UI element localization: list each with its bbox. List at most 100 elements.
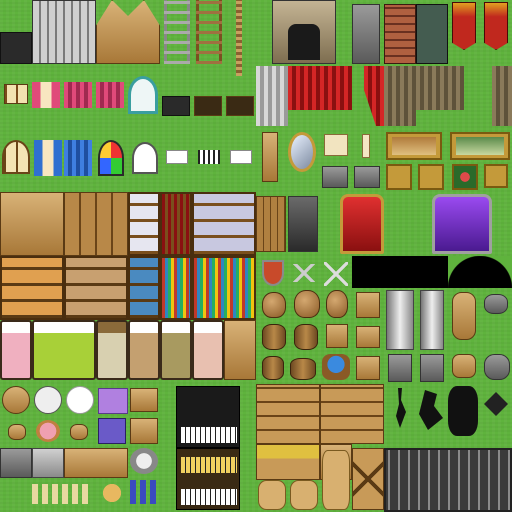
painting-canvas bbox=[456, 137, 504, 155]
kitchen-counter bbox=[0, 192, 64, 256]
blue-curtain-window bbox=[34, 140, 62, 176]
framed-painting bbox=[450, 132, 510, 160]
stone-plaque bbox=[322, 166, 348, 188]
floral-bed bbox=[192, 320, 224, 380]
vent bbox=[198, 150, 220, 164]
purple-table bbox=[98, 388, 128, 414]
piano-keys bbox=[181, 427, 237, 443]
wood-box bbox=[352, 448, 384, 510]
red-banner bbox=[484, 2, 508, 50]
broken-wall bbox=[448, 386, 478, 436]
ladder bbox=[164, 0, 190, 64]
bottle-shelf bbox=[128, 256, 160, 320]
stone-plaque bbox=[354, 166, 380, 188]
rubble bbox=[484, 354, 510, 380]
stone-stove bbox=[352, 4, 380, 64]
stove bbox=[0, 448, 32, 478]
wood-panel bbox=[194, 96, 222, 116]
stone-block bbox=[420, 354, 444, 382]
cupboard bbox=[64, 192, 128, 256]
cracks bbox=[419, 390, 443, 430]
framed-flowers bbox=[452, 164, 478, 190]
round-table bbox=[66, 386, 94, 414]
shadow-tile bbox=[448, 256, 480, 288]
shadow-tile bbox=[480, 256, 512, 288]
stained-glass bbox=[98, 140, 124, 176]
arched-window bbox=[2, 140, 30, 174]
purple-throne bbox=[432, 194, 492, 254]
barrel bbox=[262, 356, 284, 380]
portrait bbox=[386, 164, 412, 190]
flower-table bbox=[130, 418, 158, 444]
iron-stove bbox=[416, 4, 448, 64]
brown-bed bbox=[160, 320, 192, 380]
wardrobe bbox=[224, 320, 256, 380]
rope bbox=[236, 0, 242, 76]
wood-stump bbox=[452, 354, 476, 378]
wood-stump bbox=[452, 292, 476, 340]
cake bbox=[36, 420, 60, 442]
flower-table bbox=[98, 418, 126, 444]
dish-shelf bbox=[128, 192, 160, 256]
scroll bbox=[324, 134, 348, 156]
red-throne bbox=[340, 194, 384, 254]
piano-keys bbox=[181, 457, 237, 473]
red-curtain-tie bbox=[364, 66, 384, 126]
brown-bed bbox=[128, 320, 160, 380]
brown-curtain bbox=[416, 66, 464, 110]
sign bbox=[166, 150, 188, 164]
wood-stool bbox=[8, 424, 26, 440]
shadow-tile bbox=[352, 256, 448, 288]
wood-table bbox=[130, 388, 158, 412]
piano bbox=[176, 448, 240, 510]
pink-curtain bbox=[96, 82, 124, 108]
crate bbox=[326, 324, 348, 348]
stone-pillar bbox=[386, 290, 414, 350]
wood-crate bbox=[256, 384, 320, 444]
barrel bbox=[262, 324, 286, 350]
keyhole-arch bbox=[128, 76, 158, 114]
wood-panel bbox=[226, 96, 254, 116]
blue-curtain bbox=[64, 140, 92, 176]
brown-curtain bbox=[384, 66, 416, 126]
bread-shelf bbox=[0, 256, 64, 320]
grain-sack bbox=[322, 450, 350, 510]
rock-pile bbox=[484, 294, 508, 314]
barrel bbox=[290, 358, 316, 380]
round-table bbox=[34, 386, 62, 414]
candle bbox=[362, 134, 370, 158]
dish-shelf bbox=[192, 192, 256, 256]
grain-sack bbox=[290, 480, 318, 510]
stone-wall bbox=[32, 0, 96, 64]
sacks bbox=[98, 482, 126, 504]
wooden-house-front bbox=[96, 0, 160, 64]
dark-panel bbox=[162, 96, 190, 116]
green-bed bbox=[32, 320, 96, 380]
stone-pillar bbox=[420, 290, 444, 350]
counter bbox=[64, 448, 128, 478]
iron-bars bbox=[384, 448, 512, 512]
iron-door bbox=[288, 196, 318, 252]
clay-jar bbox=[294, 290, 320, 318]
framed-painting bbox=[386, 132, 442, 160]
crate bbox=[356, 356, 380, 380]
book-shelf bbox=[192, 256, 256, 320]
shield bbox=[262, 260, 284, 286]
brown-curtain bbox=[492, 66, 512, 126]
white-curtain bbox=[256, 66, 288, 126]
rope-ladder bbox=[196, 0, 222, 64]
window bbox=[4, 84, 28, 104]
wall-segment bbox=[0, 32, 32, 64]
crossed-swords bbox=[324, 262, 348, 286]
bottles bbox=[32, 484, 92, 504]
wood-bed bbox=[96, 320, 128, 380]
stone-block bbox=[388, 354, 412, 382]
clay-pot bbox=[262, 292, 286, 318]
sink bbox=[32, 448, 64, 478]
book-shelf bbox=[160, 256, 192, 320]
tileset-sheet bbox=[0, 0, 512, 512]
cracks bbox=[396, 388, 406, 428]
barrel bbox=[294, 324, 318, 350]
pot-shelf bbox=[64, 256, 128, 320]
piano-keys bbox=[181, 489, 237, 505]
